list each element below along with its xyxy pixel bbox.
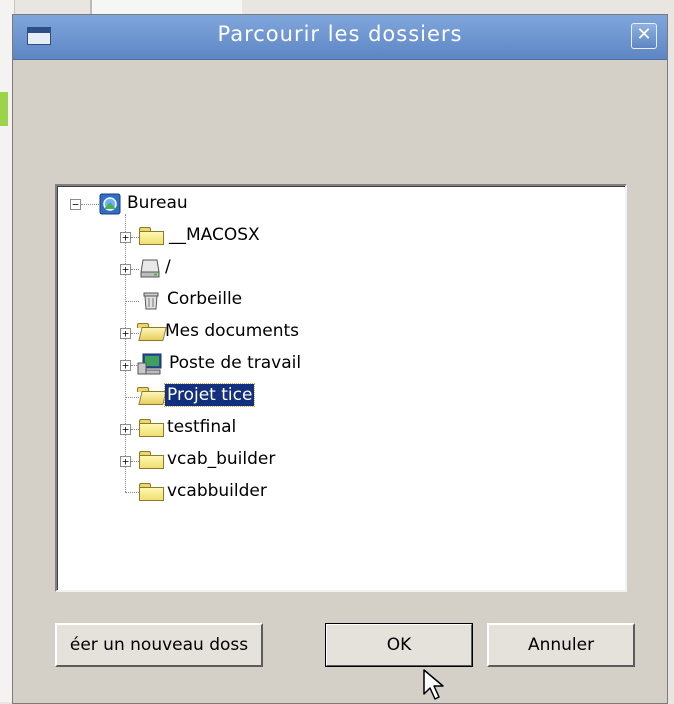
tree-connector — [81, 204, 99, 205]
tree-item-poste-de-travail[interactable]: Poste de travail — [167, 352, 303, 374]
recycle-bin-icon — [143, 292, 159, 310]
title-bar[interactable]: Parcourir les dossiers ✕ — [13, 15, 667, 60]
expand-icon[interactable]: + — [120, 232, 131, 243]
tree-connector — [125, 301, 139, 302]
tree-item-projet-tice[interactable]: Projet tice — [163, 383, 256, 407]
computer-icon — [137, 353, 162, 375]
expand-icon[interactable]: + — [120, 456, 131, 467]
tree-connector — [131, 269, 139, 270]
folder-icon — [139, 483, 165, 502]
cancel-button[interactable]: Annuler — [487, 623, 635, 667]
desktop-icon — [99, 193, 121, 215]
expand-icon[interactable]: + — [120, 360, 131, 371]
expand-icon[interactable]: + — [120, 424, 131, 435]
tree-item-testfinal[interactable]: testfinal — [165, 416, 238, 438]
dialog-title: Parcourir les dossiers — [217, 22, 463, 46]
expand-icon[interactable]: + — [120, 328, 131, 339]
folder-tree[interactable]: − Bureau + __MACOSX + / Corbeille + Mes … — [55, 184, 627, 592]
tree-connector — [131, 461, 139, 462]
tree-connector — [131, 429, 139, 430]
mouse-pointer-icon — [423, 669, 444, 700]
open-folder-icon — [137, 387, 163, 406]
folder-icon — [139, 451, 165, 470]
tree-item-corbeille[interactable]: Corbeille — [165, 288, 244, 310]
tree-item-vcabbuilder[interactable]: vcabbuilder — [165, 480, 269, 502]
tree-connector — [125, 492, 139, 493]
close-button[interactable]: ✕ — [631, 23, 657, 49]
tree-item-macosx[interactable]: __MACOSX — [167, 224, 262, 246]
new-folder-button[interactable]: éer un nouveau doss — [55, 623, 263, 667]
tree-connector — [131, 237, 139, 238]
expand-icon[interactable]: + — [120, 264, 131, 275]
browse-folders-dialog: Parcourir les dossiers ✕ − Bureau + __MA… — [12, 14, 668, 704]
drive-icon — [140, 259, 160, 278]
tree-item-vcab-builder[interactable]: vcab_builder — [165, 448, 277, 470]
tree-item-mes-documents[interactable]: Mes documents — [163, 320, 301, 342]
open-folder-icon — [137, 323, 163, 342]
ok-button[interactable]: OK — [325, 623, 473, 667]
folder-icon — [139, 227, 165, 246]
background-accent — [0, 92, 8, 126]
tree-item-root-drive[interactable]: / — [163, 256, 173, 278]
tree-connector — [125, 214, 126, 492]
folder-icon — [139, 419, 165, 438]
tree-item-bureau[interactable]: Bureau — [125, 192, 190, 214]
collapse-icon[interactable]: − — [70, 199, 81, 210]
